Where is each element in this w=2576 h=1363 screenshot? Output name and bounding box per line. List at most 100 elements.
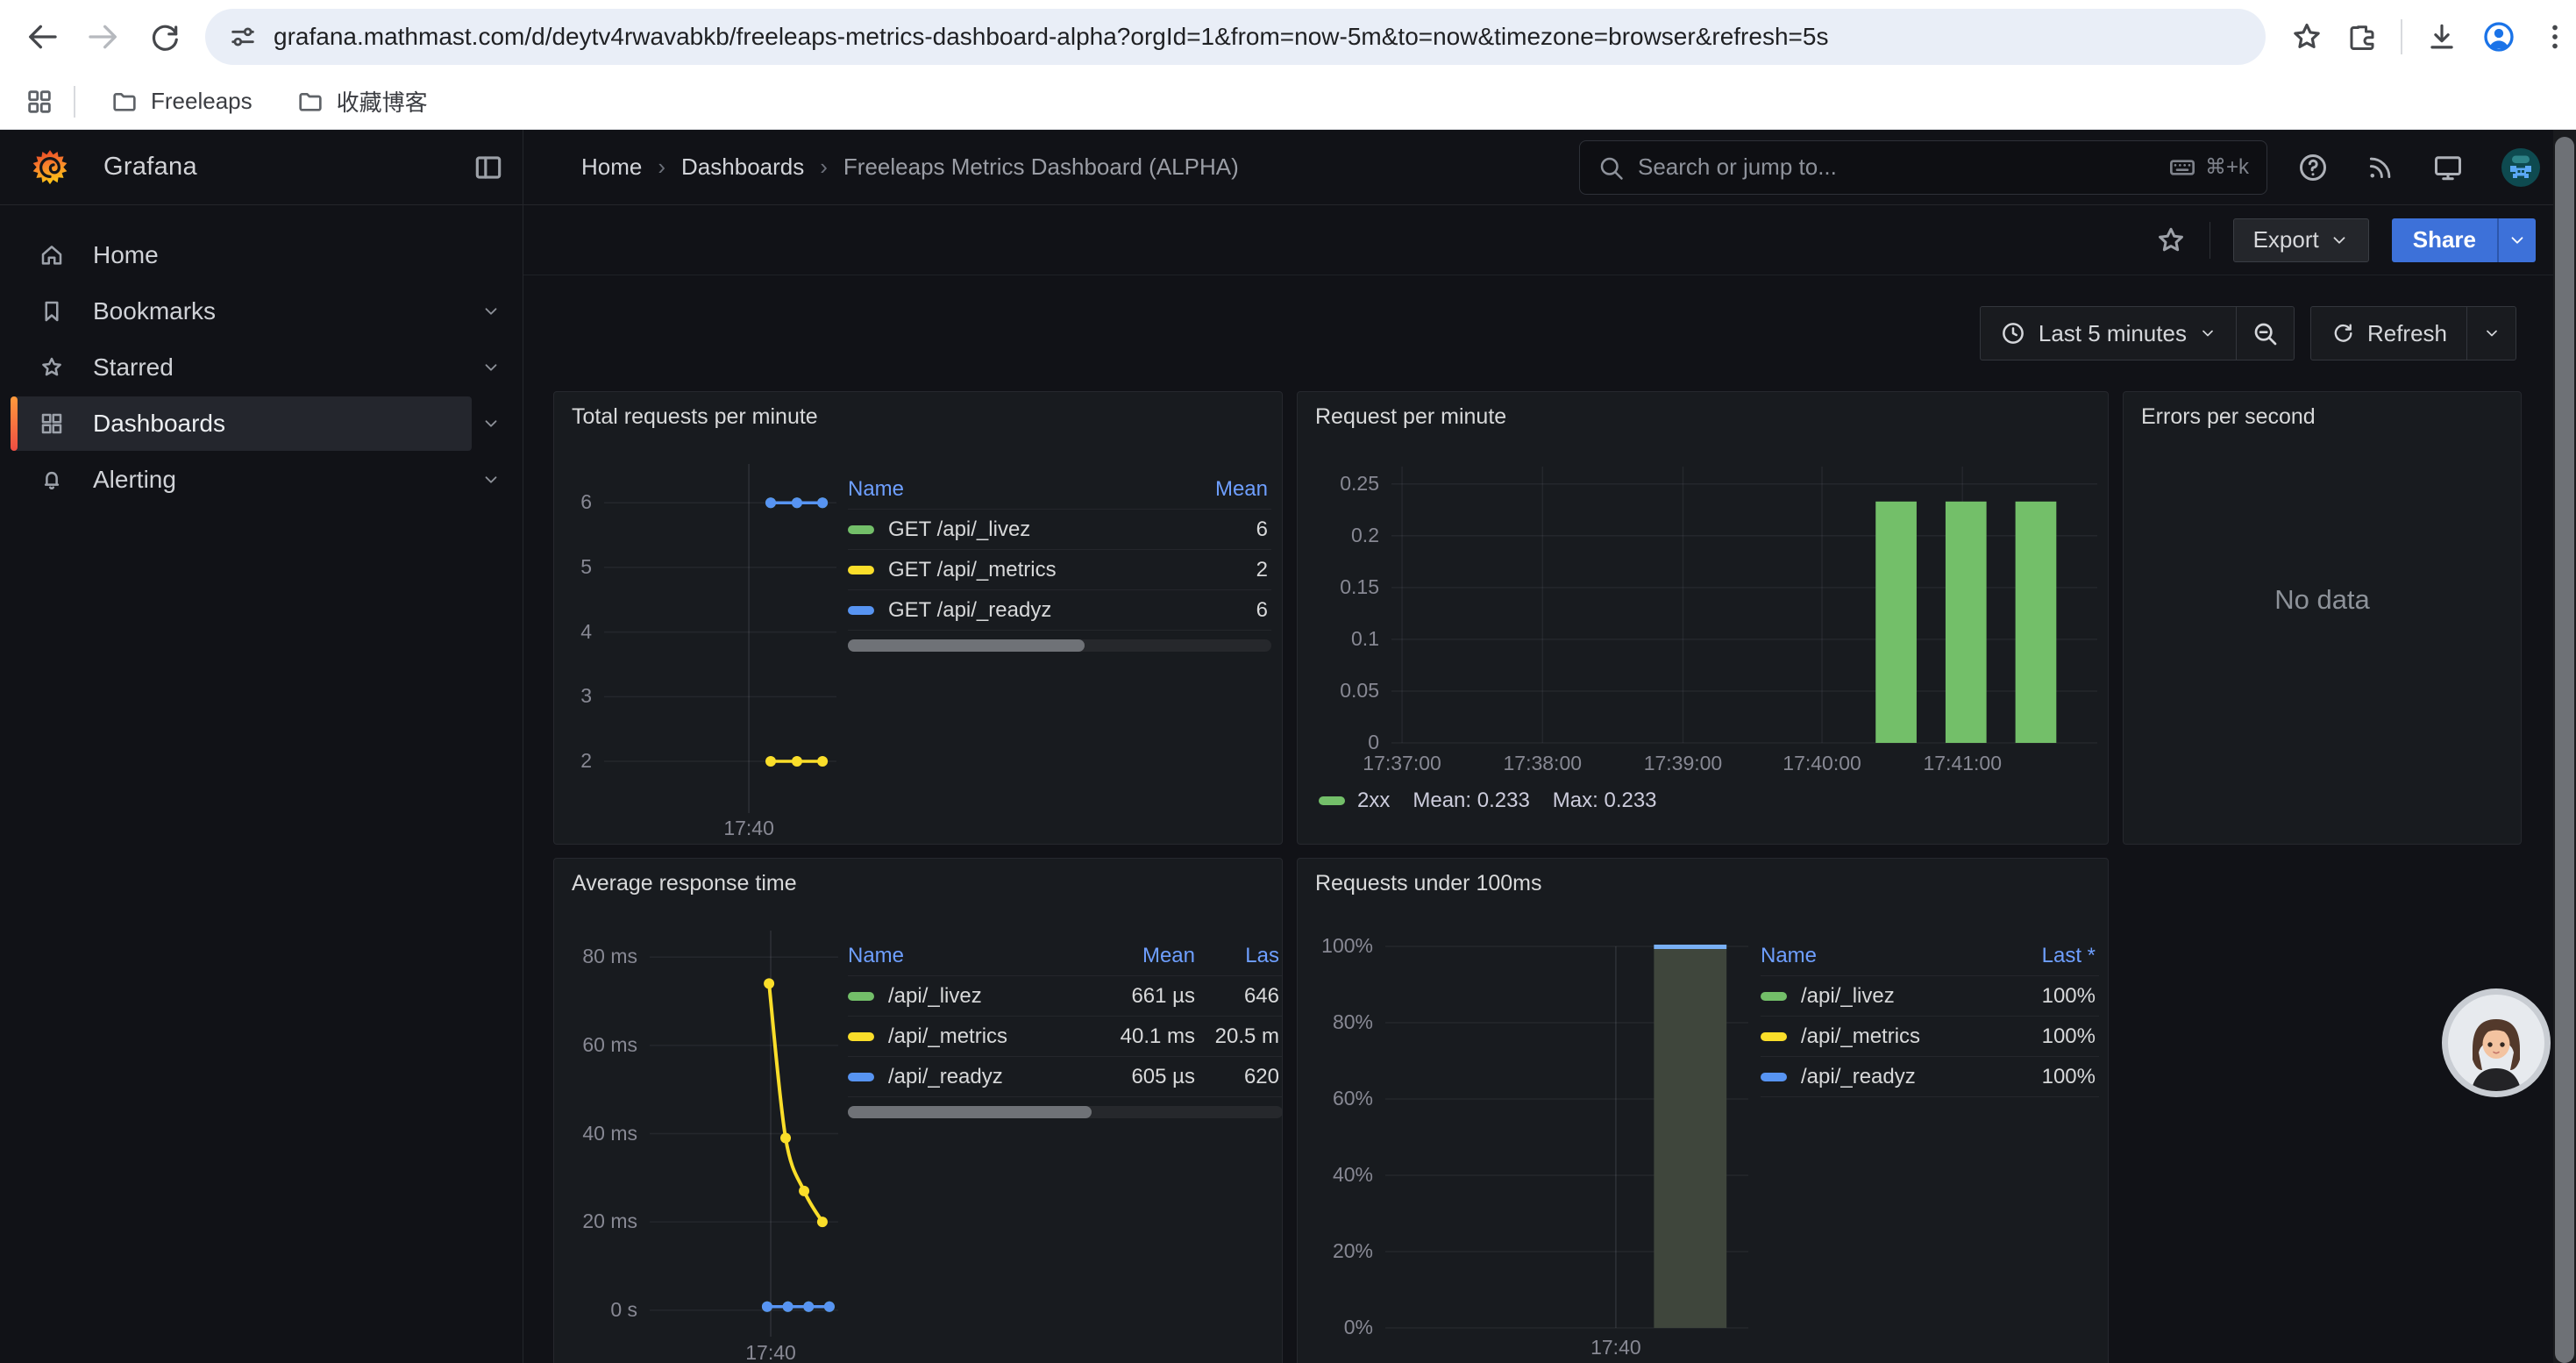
y-axis-label: 0.15 [1298, 577, 1379, 597]
time-range-button[interactable]: Last 5 minutes [1981, 307, 2236, 360]
url-text[interactable]: grafana.mathmast.com/d/deytv4rwavabkb/fr… [274, 23, 2243, 51]
legend-scrollbar-thumb[interactable] [848, 639, 1085, 652]
refresh-icon [2330, 321, 2355, 346]
legend-column-header[interactable]: Name [1761, 944, 1983, 968]
sidebar-item-dashboards[interactable]: Dashboards [11, 396, 510, 451]
chevron-down-icon[interactable] [472, 470, 510, 489]
site-settings-icon[interactable] [228, 22, 258, 52]
panel-title[interactable]: Total requests per minute [572, 404, 818, 430]
assistant-avatar[interactable] [2441, 988, 2551, 1098]
apps-grid-icon[interactable] [25, 87, 54, 117]
legend-row[interactable]: /api/_metrics40.1 ms20.5 m [848, 1017, 1283, 1057]
share-button[interactable]: Share [2392, 218, 2497, 262]
bookmark-folder[interactable]: 收藏博客 [282, 80, 442, 123]
breadcrumb-separator: › [658, 153, 665, 181]
chevron-down-icon[interactable] [472, 302, 510, 321]
back-icon[interactable] [21, 16, 63, 58]
chart-area[interactable]: No data [2124, 392, 2521, 844]
sidebar-collapse-icon[interactable] [472, 151, 505, 184]
legend-row[interactable]: GET /api/_metrics2 [848, 550, 1271, 590]
refresh-button[interactable]: Refresh [2311, 307, 2466, 360]
legend-scrollbar[interactable] [848, 639, 1271, 652]
extensions-icon[interactable] [2346, 21, 2378, 53]
legend-column-header[interactable]: Name [848, 944, 1067, 968]
panel-title[interactable]: Errors per second [2141, 404, 2316, 430]
scrollbar-thumb[interactable] [2555, 137, 2574, 1363]
chart-area[interactable]: 100%80%60%40%20%0%17:40NameLast */api/_l… [1298, 859, 2108, 1363]
search-input[interactable] [1638, 153, 2154, 181]
page-scrollbar[interactable] [2553, 130, 2576, 1363]
user-avatar[interactable] [2501, 147, 2541, 188]
zoom-out-button[interactable] [2236, 307, 2294, 360]
y-axis-label: 0 [1298, 732, 1379, 753]
legend-scrollbar[interactable] [848, 1106, 1283, 1118]
export-button[interactable]: Export [2233, 218, 2369, 262]
sidebar-item-alerting[interactable]: Alerting [11, 453, 510, 507]
breadcrumb-item[interactable]: Home [581, 153, 642, 181]
sidebar-item-home[interactable]: Home [11, 228, 510, 282]
series-name: /api/_metrics [1801, 1024, 1920, 1049]
legend-row[interactable]: /api/_livez100% [1761, 976, 2099, 1017]
legend-column-header[interactable]: Mean [1067, 944, 1199, 968]
panel-total-requests: Total requests per minute 6543217:40Name… [553, 391, 1283, 845]
legend-column-header[interactable]: Last * [1983, 944, 2099, 968]
sidebar-item-label: Alerting [93, 466, 176, 494]
y-axis-label: 4 [554, 622, 592, 642]
favorite-star-icon[interactable] [2155, 225, 2187, 256]
chart-area[interactable]: 2xx Mean: 0.233 Max: 0.233 0.250.20.150.… [1298, 392, 2108, 844]
menu-kebab-icon[interactable] [2539, 21, 2571, 53]
profile-icon[interactable] [2481, 19, 2516, 54]
legend-row[interactable]: /api/_readyz605 µs620 [848, 1057, 1283, 1097]
chevron-down-icon[interactable] [472, 358, 510, 377]
panel-average-response-time: Average response time 80 ms60 ms40 ms20 … [553, 858, 1283, 1363]
series-name: /api/_readyz [888, 1065, 1003, 1089]
url-bar[interactable]: grafana.mathmast.com/d/deytv4rwavabkb/fr… [205, 9, 2266, 65]
series-name: /api/_metrics [888, 1024, 1007, 1049]
series-name: /api/_livez [1801, 984, 1895, 1009]
legend-row[interactable]: /api/_metrics100% [1761, 1017, 2099, 1057]
search-bar[interactable]: ⌘+k [1579, 140, 2267, 195]
share-menu-button[interactable] [2497, 218, 2536, 262]
chevron-down-icon[interactable] [472, 414, 510, 433]
legend-row[interactable]: GET /api/_readyz6 [848, 590, 1271, 631]
breadcrumb-item: Freeleaps Metrics Dashboard (ALPHA) [843, 153, 1239, 181]
panel-title[interactable]: Average response time [572, 871, 797, 896]
breadcrumb-item[interactable]: Dashboards [681, 153, 804, 181]
legend-header: NameMean [848, 469, 1271, 510]
reload-icon[interactable] [144, 16, 186, 58]
legend-scrollbar-thumb[interactable] [848, 1106, 1092, 1118]
share-split-button: Share [2392, 218, 2536, 262]
bookmark-folder[interactable]: Freeleaps [96, 82, 267, 121]
y-axis-label: 0.05 [1298, 681, 1379, 701]
bookmark-star-icon[interactable] [2290, 20, 2323, 54]
chart-area[interactable]: 6543217:40NameMeanGET /api/_livez6GET /a… [554, 392, 1282, 844]
help-icon[interactable] [2297, 152, 2329, 183]
legend-row[interactable]: /api/_readyz100% [1761, 1057, 2099, 1097]
news-rss-icon[interactable] [2366, 153, 2395, 182]
panel-title[interactable]: Request per minute [1315, 404, 1506, 430]
refresh-interval-button[interactable] [2466, 307, 2516, 360]
panel-request-per-minute: Request per minute 2xx Mean: 0.233 Max: … [1297, 391, 2109, 845]
y-axis-label: 3 [554, 686, 592, 706]
grafana-logo[interactable] [30, 147, 70, 188]
legend-column-header[interactable]: Las [1199, 944, 1283, 968]
monitor-icon[interactable] [2432, 152, 2464, 183]
forward-icon[interactable] [82, 16, 125, 58]
legend-column-header[interactable]: Mean [1168, 477, 1271, 502]
sidebar-item-starred[interactable]: Starred [11, 340, 510, 395]
sidebar-item-bookmarks[interactable]: Bookmarks [11, 284, 510, 339]
chevron-down-icon [2508, 231, 2527, 250]
download-icon[interactable] [2425, 20, 2459, 54]
legend-row[interactable]: GET /api/_livez6 [848, 510, 1271, 550]
y-axis-label: 0% [1298, 1317, 1373, 1338]
legend-table: NameMeanLas/api/_livez661 µs646/api/_met… [848, 936, 1283, 1118]
browser-toolbar: grafana.mathmast.com/d/deytv4rwavabkb/fr… [0, 0, 2576, 74]
x-axis-label: 17:37:00 [1363, 753, 1441, 774]
chart-area[interactable]: 80 ms60 ms40 ms20 ms0 s17:40NameMeanLas/… [554, 859, 1282, 1363]
panel-title[interactable]: Requests under 100ms [1315, 871, 1541, 896]
dashboard-main: Export Share Last 5 minutes [523, 205, 2576, 1363]
legend-row[interactable]: /api/_livez661 µs646 [848, 976, 1283, 1017]
y-axis-label: 0 s [554, 1300, 637, 1320]
legend-item-2xx[interactable]: 2xx [1319, 789, 1390, 813]
legend-column-header[interactable]: Name [848, 477, 1168, 502]
